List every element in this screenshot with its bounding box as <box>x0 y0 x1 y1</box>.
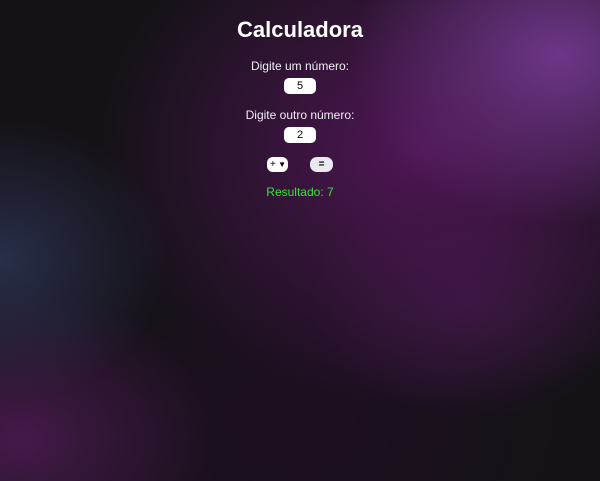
controls-row: + ▼ = <box>0 157 600 173</box>
operator-selected-value: + <box>270 159 276 170</box>
second-number-input[interactable] <box>284 127 316 143</box>
second-number-label: Digite outro número: <box>245 108 355 122</box>
result-text: Resultado: 7 <box>266 185 334 199</box>
equals-button[interactable]: = <box>310 157 333 172</box>
first-number-input[interactable] <box>284 78 316 94</box>
chevron-down-icon: ▼ <box>278 160 286 169</box>
page-title: Calculadora <box>237 17 363 42</box>
operator-select[interactable]: + ▼ <box>267 157 288 172</box>
first-number-label: Digite um número: <box>250 59 350 73</box>
calculator-app: Calculadora Digite um número: Digite out… <box>0 0 600 199</box>
